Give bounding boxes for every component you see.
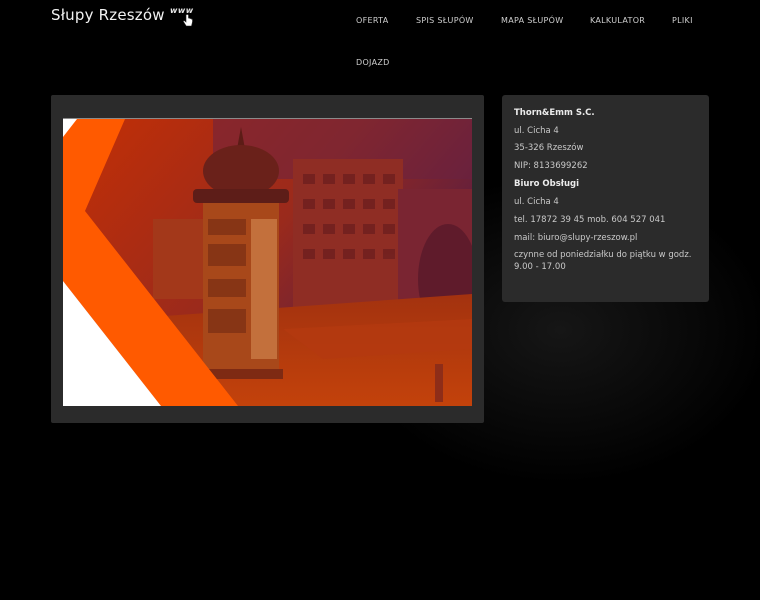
image-slider xyxy=(51,95,484,423)
nav-item-pliki[interactable]: PLIKI xyxy=(672,16,693,25)
nav-item-dojazd[interactable]: DOJAZD xyxy=(356,58,390,67)
contact-box: Thorn&Emm S.C. ul. Cicha 4 35-326 Rzeszó… xyxy=(502,95,709,302)
nav-item-mapa-slupow[interactable]: MAPA SŁUPÓW xyxy=(501,16,563,25)
company-city: 35-326 Rzeszów xyxy=(514,143,584,153)
www-logo[interactable]: www xyxy=(170,6,204,28)
nav-item-spis-slupow[interactable]: SPIS SŁUPÓW xyxy=(416,16,474,25)
slide-illustration xyxy=(63,119,472,406)
hand-cursor-icon xyxy=(183,14,193,27)
office-phone: tel. 17872 39 45 mob. 604 527 041 xyxy=(514,215,666,225)
site-title[interactable]: Słupy Rzeszów xyxy=(51,6,165,24)
nav-item-oferta[interactable]: OFERTA xyxy=(356,16,388,25)
office-heading: Biuro Obsługi xyxy=(514,179,580,189)
slide-image-advertising-column xyxy=(63,118,472,406)
office-street: ul. Cicha 4 xyxy=(514,197,559,207)
page: Słupy Rzeszów www OFERTA SPIS SŁUPÓW MAP… xyxy=(0,0,760,600)
company-street: ul. Cicha 4 xyxy=(514,126,559,136)
office-hours: czynne od poniedziałku do piątku w godz.… xyxy=(514,250,692,272)
company-nip: NIP: 8133699262 xyxy=(514,161,588,171)
office-mail[interactable]: mail: biuro@slupy-rzeszow.pl xyxy=(514,233,637,243)
nav-item-kalkulator[interactable]: KALKULATOR xyxy=(590,16,645,25)
company-name: Thorn&Emm S.C. xyxy=(514,108,595,118)
